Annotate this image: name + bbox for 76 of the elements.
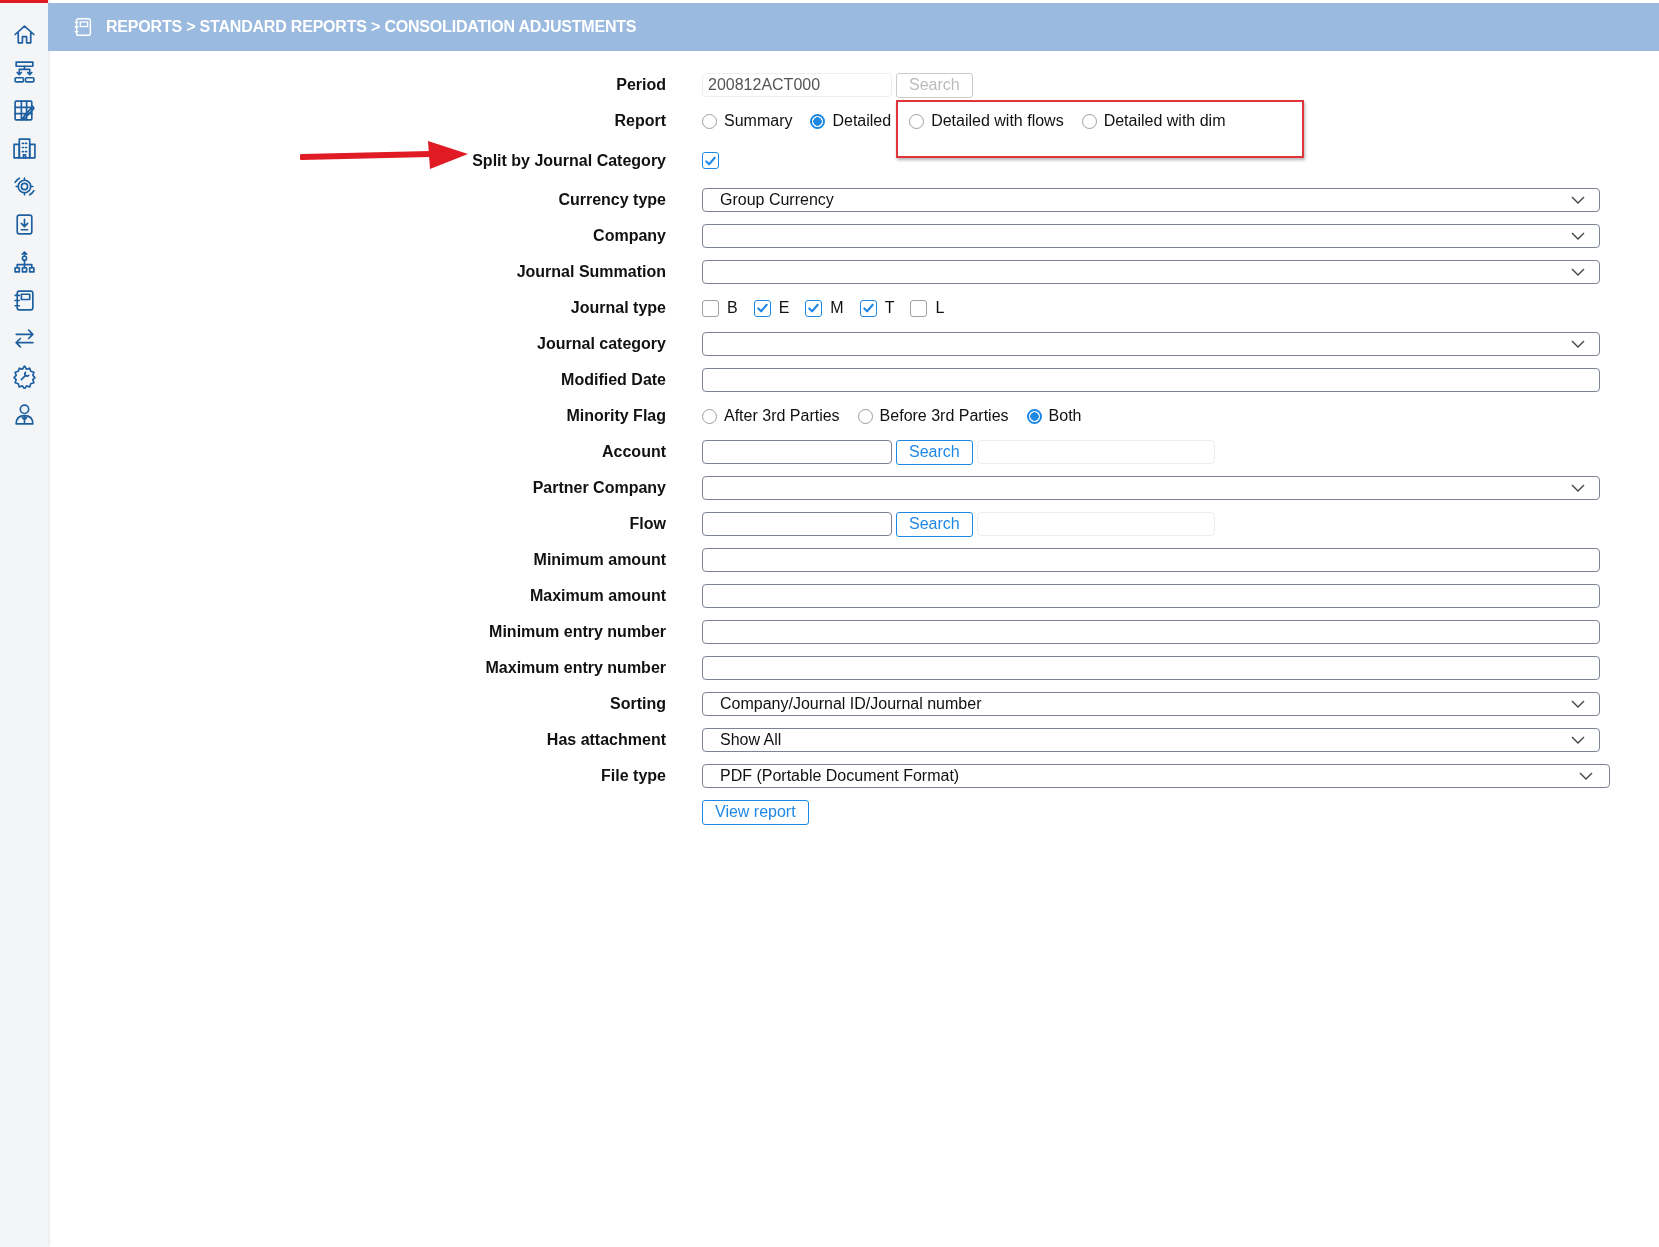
input-field[interactable]	[702, 620, 1600, 644]
option-label: L	[935, 299, 945, 317]
building-icon[interactable]	[11, 136, 37, 161]
field-label: Minority Flag	[566, 406, 666, 426]
field-label: Flow	[629, 514, 666, 534]
dropdown[interactable]: Show All	[702, 728, 1600, 752]
dropdown[interactable]: Group Currency	[702, 188, 1600, 212]
dropdown[interactable]: PDF (Portable Document Format)	[702, 764, 1610, 788]
field-label: Report	[614, 111, 666, 131]
dropdown[interactable]	[702, 224, 1600, 248]
field-label: Minimum amount	[533, 550, 666, 570]
hierarchy-icon[interactable]	[11, 250, 37, 275]
gear-cycle-icon[interactable]	[11, 174, 37, 199]
dropdown[interactable]: Company/Journal ID/Journal number	[702, 692, 1600, 716]
field-label: File type	[601, 766, 666, 786]
chevron-down-icon	[1579, 772, 1593, 780]
checkbox[interactable]	[859, 299, 877, 317]
grid-pencil-icon[interactable]	[11, 98, 37, 123]
checkbox[interactable]	[910, 299, 928, 317]
option-label: Detailed	[832, 112, 892, 130]
field-label: Currency type	[558, 190, 666, 210]
field-label: Split by Journal Category	[472, 150, 666, 171]
field-label: Journal category	[537, 334, 666, 354]
flowchart-icon[interactable]	[11, 60, 37, 85]
input-field[interactable]	[702, 548, 1600, 572]
option-label: Summary	[724, 112, 793, 130]
input-field[interactable]	[702, 512, 892, 536]
search-button[interactable]: Search	[896, 439, 973, 465]
chevron-down-icon	[1571, 232, 1585, 240]
notebook-icon[interactable]	[11, 288, 37, 313]
home-icon[interactable]	[11, 22, 37, 47]
field-label: Journal Summation	[516, 262, 666, 282]
checkbox[interactable]	[702, 152, 719, 169]
field-label: Period	[616, 75, 666, 95]
option-label: Before 3rd Parties	[879, 407, 1009, 425]
chevron-down-icon	[1571, 736, 1585, 744]
dropdown[interactable]	[702, 332, 1600, 356]
option-label: Both	[1048, 407, 1082, 425]
option-label: After 3rd Parties	[724, 407, 840, 425]
field-label: Sorting	[610, 694, 666, 714]
breadcrumb: REPORTS > STANDARD REPORTS > CONSOLIDATION ADJUSTMENTS	[106, 18, 637, 36]
chevron-down-icon	[1571, 340, 1585, 348]
checkbox[interactable]	[702, 299, 719, 317]
dropdown[interactable]	[702, 260, 1600, 284]
input-field[interactable]	[702, 656, 1600, 680]
option-label: M	[830, 299, 844, 317]
field-label: Partner Company	[532, 478, 666, 498]
option-label: T	[884, 299, 895, 317]
chevron-down-icon	[1571, 268, 1585, 276]
chevron-down-icon	[1571, 196, 1585, 204]
field-label: Maximum entry number	[485, 658, 666, 678]
chevron-down-icon	[1571, 484, 1585, 492]
field-label: Account	[602, 442, 666, 462]
option-label: Detailed with dim	[1103, 112, 1226, 130]
view-report-button[interactable]: View report	[702, 799, 809, 825]
field-label: Maximum amount	[530, 586, 666, 606]
checkbox[interactable]	[805, 299, 823, 317]
gear-wrench-icon[interactable]	[11, 364, 37, 389]
field-label: Minimum entry number	[489, 622, 666, 642]
chevron-down-icon	[1571, 700, 1585, 708]
option-label: Detailed with flows	[931, 112, 1064, 130]
input-field[interactable]	[702, 440, 892, 464]
field-label: Modified Date	[561, 370, 666, 390]
checkbox[interactable]	[753, 299, 771, 317]
option-label: E	[778, 299, 790, 317]
input-field[interactable]	[702, 584, 1600, 608]
notebook-icon	[72, 16, 94, 38]
field-label: Journal type	[570, 298, 666, 318]
input-field[interactable]	[702, 368, 1600, 392]
radio-button[interactable]	[1026, 408, 1042, 424]
search-button[interactable]: Search	[896, 511, 973, 537]
dropdown[interactable]	[702, 476, 1600, 500]
field-label: Company	[593, 226, 666, 246]
radio-button[interactable]	[810, 113, 826, 129]
field-label: Has attachment	[546, 730, 666, 750]
option-label: B	[727, 299, 738, 317]
